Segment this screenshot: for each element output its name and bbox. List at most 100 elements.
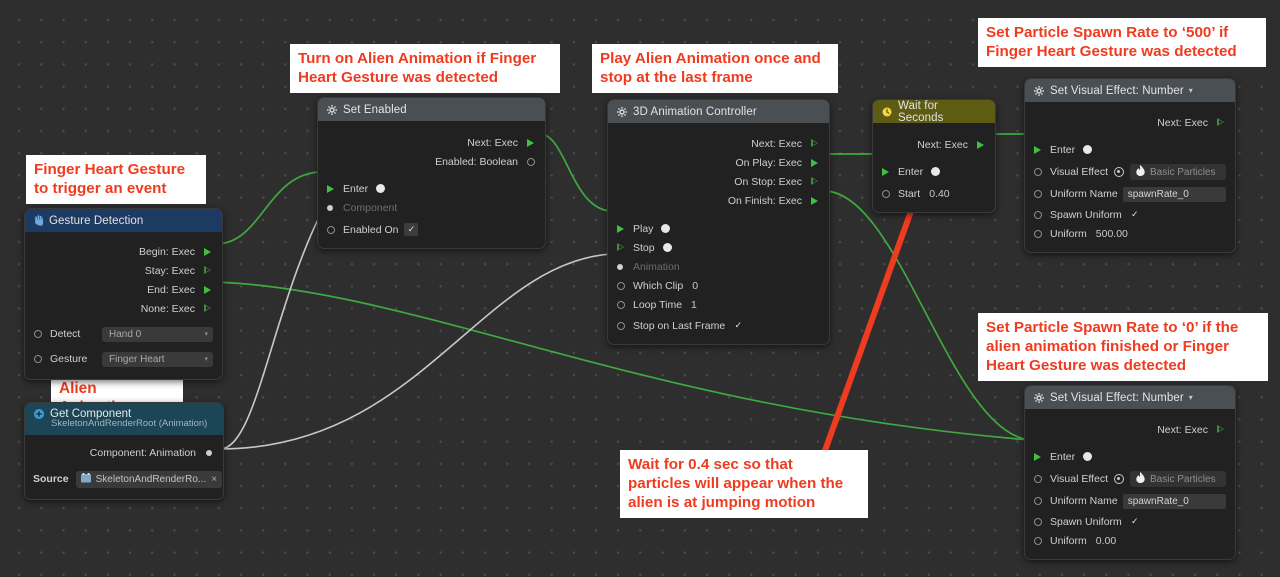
spawn-uniform-checkbox[interactable]: ✓ <box>1128 208 1142 221</box>
input-enter[interactable]: Enter <box>318 179 545 198</box>
uniform-name-input[interactable]: spawnRate_0 <box>1122 186 1226 202</box>
spawn-uniform-checkbox[interactable]: ✓ <box>1128 515 1142 528</box>
enabled-on-checkbox[interactable]: ✓ <box>404 223 419 236</box>
uniform-value[interactable]: 0.00 <box>1096 535 1116 547</box>
source-field[interactable]: SkeletonAndRenderRo... × <box>75 470 223 488</box>
input-uniform[interactable]: Uniform 500.00 <box>1025 224 1235 243</box>
input-uniform-name[interactable]: Uniform Name spawnRate_0 <box>1025 183 1235 205</box>
output-row[interactable]: Next: Exec <box>873 135 995 154</box>
output-row[interactable]: Component: Animation <box>25 443 223 462</box>
node-3d-animation-controller[interactable]: 3D Animation Controller Next: Exec On Pl… <box>607 99 830 345</box>
data-in-pin[interactable] <box>1034 497 1050 505</box>
exec-in-pin[interactable] <box>1034 452 1050 461</box>
exec-out-pin[interactable] <box>202 303 213 314</box>
exec-out-pin[interactable] <box>1215 117 1226 128</box>
data-in-pin[interactable] <box>1034 168 1050 176</box>
data-in-pin[interactable] <box>617 300 633 309</box>
data-in-pin[interactable] <box>617 281 633 290</box>
input-stop[interactable]: Stop <box>608 238 829 257</box>
exec-in-pin[interactable] <box>327 184 343 193</box>
data-in-pin[interactable] <box>617 263 633 270</box>
output-row[interactable]: Stay: Exec <box>25 261 222 280</box>
node-header[interactable]: Set Visual Effect: Number ▾ <box>1025 79 1235 102</box>
output-row[interactable]: Next: Exec <box>1025 420 1235 439</box>
data-in-pin[interactable] <box>1034 536 1050 545</box>
data-in-pin[interactable] <box>327 204 343 211</box>
output-row[interactable]: Next: Exec <box>318 133 545 152</box>
input-play[interactable]: Play <box>608 219 829 238</box>
exec-out-pin[interactable] <box>1215 424 1226 435</box>
node-header[interactable]: Set Enabled <box>318 98 545 121</box>
exec-out-pin[interactable] <box>809 157 820 168</box>
detect-select[interactable]: Hand 0 ▾ <box>102 326 213 342</box>
exec-out-pin[interactable] <box>525 137 536 148</box>
output-row[interactable]: None: Exec <box>25 299 222 318</box>
clear-source-button[interactable]: × <box>211 474 217 485</box>
exec-out-pin[interactable] <box>202 284 213 295</box>
input-which-clip[interactable]: Which Clip 0 <box>608 276 829 295</box>
output-row[interactable]: On Finish: Exec <box>608 191 829 210</box>
exec-out-pin[interactable] <box>202 246 213 257</box>
node-gesture-detection[interactable]: Gesture Detection Begin: Exec Stay: Exec… <box>24 208 223 380</box>
input-pin[interactable] <box>34 355 50 363</box>
output-row[interactable]: Next: Exec <box>608 134 829 153</box>
input-start[interactable]: Start 0.40 <box>873 184 995 203</box>
node-wait-for-seconds[interactable]: Wait for Seconds Next: Exec Enter Start … <box>872 99 996 213</box>
output-row[interactable]: On Play: Exec <box>608 153 829 172</box>
data-in-pin[interactable] <box>882 189 898 198</box>
node-header[interactable]: Set Visual Effect: Number ▾ <box>1025 386 1235 409</box>
enter-knob[interactable] <box>1082 451 1093 462</box>
exec-in-pin[interactable] <box>1034 145 1050 154</box>
data-in-pin[interactable] <box>1034 517 1050 526</box>
loop-time-value[interactable]: 1 <box>691 299 697 311</box>
exec-out-pin[interactable] <box>975 139 986 150</box>
type-dropdown-caret-icon[interactable]: ▾ <box>1189 86 1193 95</box>
input-stop-on-last-frame[interactable]: Stop on Last Frame ✓ <box>608 316 829 335</box>
input-visual-effect[interactable]: Visual Effect Basic Particles <box>1025 468 1235 490</box>
gesture-select[interactable]: Finger Heart ▾ <box>102 351 213 367</box>
exec-out-pin[interactable] <box>809 195 820 206</box>
visual-effect-asset-field[interactable]: Basic Particles <box>1129 471 1226 487</box>
play-knob[interactable] <box>660 223 671 234</box>
data-out-pin[interactable] <box>203 447 214 458</box>
data-in-pin[interactable] <box>1034 190 1050 198</box>
exec-out-pin[interactable] <box>202 265 213 276</box>
data-in-pin[interactable] <box>1034 210 1050 219</box>
input-pin[interactable] <box>34 330 50 338</box>
enter-knob[interactable] <box>930 166 941 177</box>
node-header[interactable]: 3D Animation Controller <box>608 100 829 123</box>
target-picker-icon[interactable] <box>1113 474 1124 484</box>
input-loop-time[interactable]: Loop Time 1 <box>608 295 829 314</box>
visual-effect-asset-field[interactable]: Basic Particles <box>1129 164 1226 180</box>
output-row[interactable]: On Stop: Exec <box>608 172 829 191</box>
input-uniform-name[interactable]: Uniform Name spawnRate_0 <box>1025 490 1235 512</box>
input-animation[interactable]: Animation <box>608 257 829 276</box>
enter-knob[interactable] <box>375 183 386 194</box>
node-set-enabled[interactable]: Set Enabled Next: Exec Enabled: Boolean … <box>317 97 546 249</box>
target-picker-icon[interactable] <box>1113 167 1124 177</box>
node-set-visual-effect-0[interactable]: Set Visual Effect: Number ▾ Next: Exec E… <box>1024 385 1236 560</box>
exec-in-pin[interactable] <box>617 243 633 252</box>
exec-out-pin[interactable] <box>809 176 820 187</box>
stop-on-last-frame-checkbox[interactable]: ✓ <box>731 319 745 332</box>
node-graph-canvas[interactable]: Finger Heart Gesture to trigger an event… <box>0 0 1280 577</box>
data-in-pin[interactable] <box>617 321 633 330</box>
uniform-name-input[interactable]: spawnRate_0 <box>1122 493 1226 509</box>
exec-in-pin[interactable] <box>617 224 633 233</box>
input-spawn-uniform[interactable]: Spawn Uniform ✓ <box>1025 205 1235 224</box>
node-get-component[interactable]: Get Component SkeletonAndRenderRoot (Ani… <box>24 402 224 500</box>
input-enter[interactable]: Enter <box>1025 447 1235 466</box>
data-in-pin[interactable] <box>1034 229 1050 238</box>
input-enabled-on[interactable]: Enabled On ✓ <box>318 220 545 239</box>
enter-knob[interactable] <box>1082 144 1093 155</box>
input-component[interactable]: Component <box>318 198 545 217</box>
input-spawn-uniform[interactable]: Spawn Uniform ✓ <box>1025 512 1235 531</box>
output-row[interactable]: Next: Exec <box>1025 113 1235 132</box>
field-detect[interactable]: Detect Hand 0 ▾ <box>25 323 222 345</box>
start-value[interactable]: 0.40 <box>929 188 949 200</box>
exec-out-pin[interactable] <box>809 138 820 149</box>
output-row[interactable]: Enabled: Boolean <box>318 152 545 171</box>
uniform-value[interactable]: 500.00 <box>1096 228 1128 240</box>
stop-knob[interactable] <box>662 242 673 253</box>
input-enter[interactable]: Enter <box>873 162 995 181</box>
